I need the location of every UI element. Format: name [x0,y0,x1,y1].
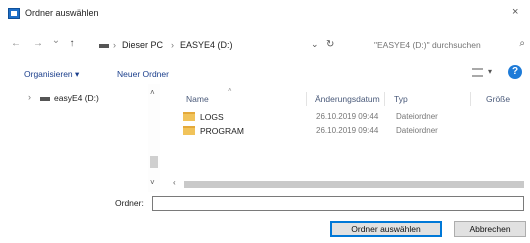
column-header-size[interactable]: Größe [486,94,510,104]
file-row[interactable]: LOGS 26.10.2019 09:44 Dateiordner [180,110,510,124]
search-input[interactable] [370,37,525,53]
sort-ascending-icon: ˄ [228,88,232,94]
drive-icon [40,97,50,101]
column-divider[interactable] [306,92,307,106]
scroll-up-icon[interactable]: ˄ [150,88,155,97]
folder-icon [183,126,195,135]
select-folder-button[interactable]: Ordner auswählen [330,221,442,237]
column-header-name[interactable]: Name [186,94,209,104]
view-options-icon[interactable] [472,68,483,77]
file-modified: 26.10.2019 09:44 [316,112,379,121]
up-arrow-icon[interactable]: ↑ [66,38,78,50]
scrollbar-thumb[interactable] [150,156,158,168]
navigation-pane: › easyE4 (D:) [0,84,165,196]
scrollbar-thumb[interactable] [184,181,524,188]
column-divider[interactable] [384,92,385,106]
recent-locations-icon[interactable]: ⌄ [50,35,62,47]
organize-menu-button[interactable]: Organisieren ▾ [24,69,79,80]
forward-arrow-icon[interactable]: → [32,38,44,50]
horizontal-scrollbar[interactable]: ‹ [155,177,530,191]
search-icon[interactable]: ⌕ [519,38,525,49]
column-divider[interactable] [470,92,471,106]
navigation-bar: ← → ⌄ ↑ › Dieser PC › EASYE4 (D:) ⌄ ↻ ⌕ [0,33,530,57]
folder-field-row: Ordner: [0,193,530,213]
file-name: PROGRAM [200,126,244,136]
file-type: Dateiordner [396,112,438,121]
folder-field-label: Ordner: [115,198,144,208]
column-header-type[interactable]: Typ [394,94,408,104]
tree-item-label: easyE4 (D:) [54,93,99,103]
address-bar[interactable]: › Dieser PC › EASYE4 (D:) ⌄ ↻ [95,37,360,53]
breadcrumb-this-pc[interactable]: Dieser PC [122,40,163,50]
file-type: Dateiordner [396,126,438,135]
back-arrow-icon[interactable]: ← [10,38,22,50]
nav-pane-scrollbar[interactable]: ˄ ˅ [148,84,160,192]
breadcrumb-separator: › [171,40,174,50]
folder-icon [183,112,195,121]
search-box[interactable]: ⌕ [370,37,525,53]
computer-icon [99,44,109,48]
breadcrumb-drive[interactable]: EASYE4 (D:) [180,40,233,50]
scroll-left-icon[interactable]: ‹ [173,178,176,187]
command-toolbar: Organisieren ▾ Neuer Ordner ▾ ? [0,62,530,84]
title-bar: Ordner auswählen × [0,0,530,26]
address-dropdown-icon[interactable]: ⌄ [311,39,319,50]
file-row[interactable]: PROGRAM 26.10.2019 09:44 Dateiordner [180,124,510,138]
column-header-modified[interactable]: Änderungsdatum [315,94,380,104]
cancel-button[interactable]: Abbrechen [454,221,526,237]
file-modified: 26.10.2019 09:44 [316,126,379,135]
scroll-down-icon[interactable]: ˅ [150,178,155,187]
help-icon[interactable]: ? [508,65,522,79]
window-title: Ordner auswählen [25,8,99,18]
folder-dialog-icon [8,8,20,19]
chevron-right-icon[interactable]: › [28,92,31,102]
refresh-icon[interactable]: ↻ [326,39,334,50]
breadcrumb-separator: › [113,40,116,50]
folder-name-input[interactable] [152,196,524,211]
close-icon[interactable]: × [512,6,518,18]
new-folder-button[interactable]: Neuer Ordner [117,69,169,79]
view-dropdown-icon[interactable]: ▾ [488,67,492,76]
file-name: LOGS [200,112,224,122]
